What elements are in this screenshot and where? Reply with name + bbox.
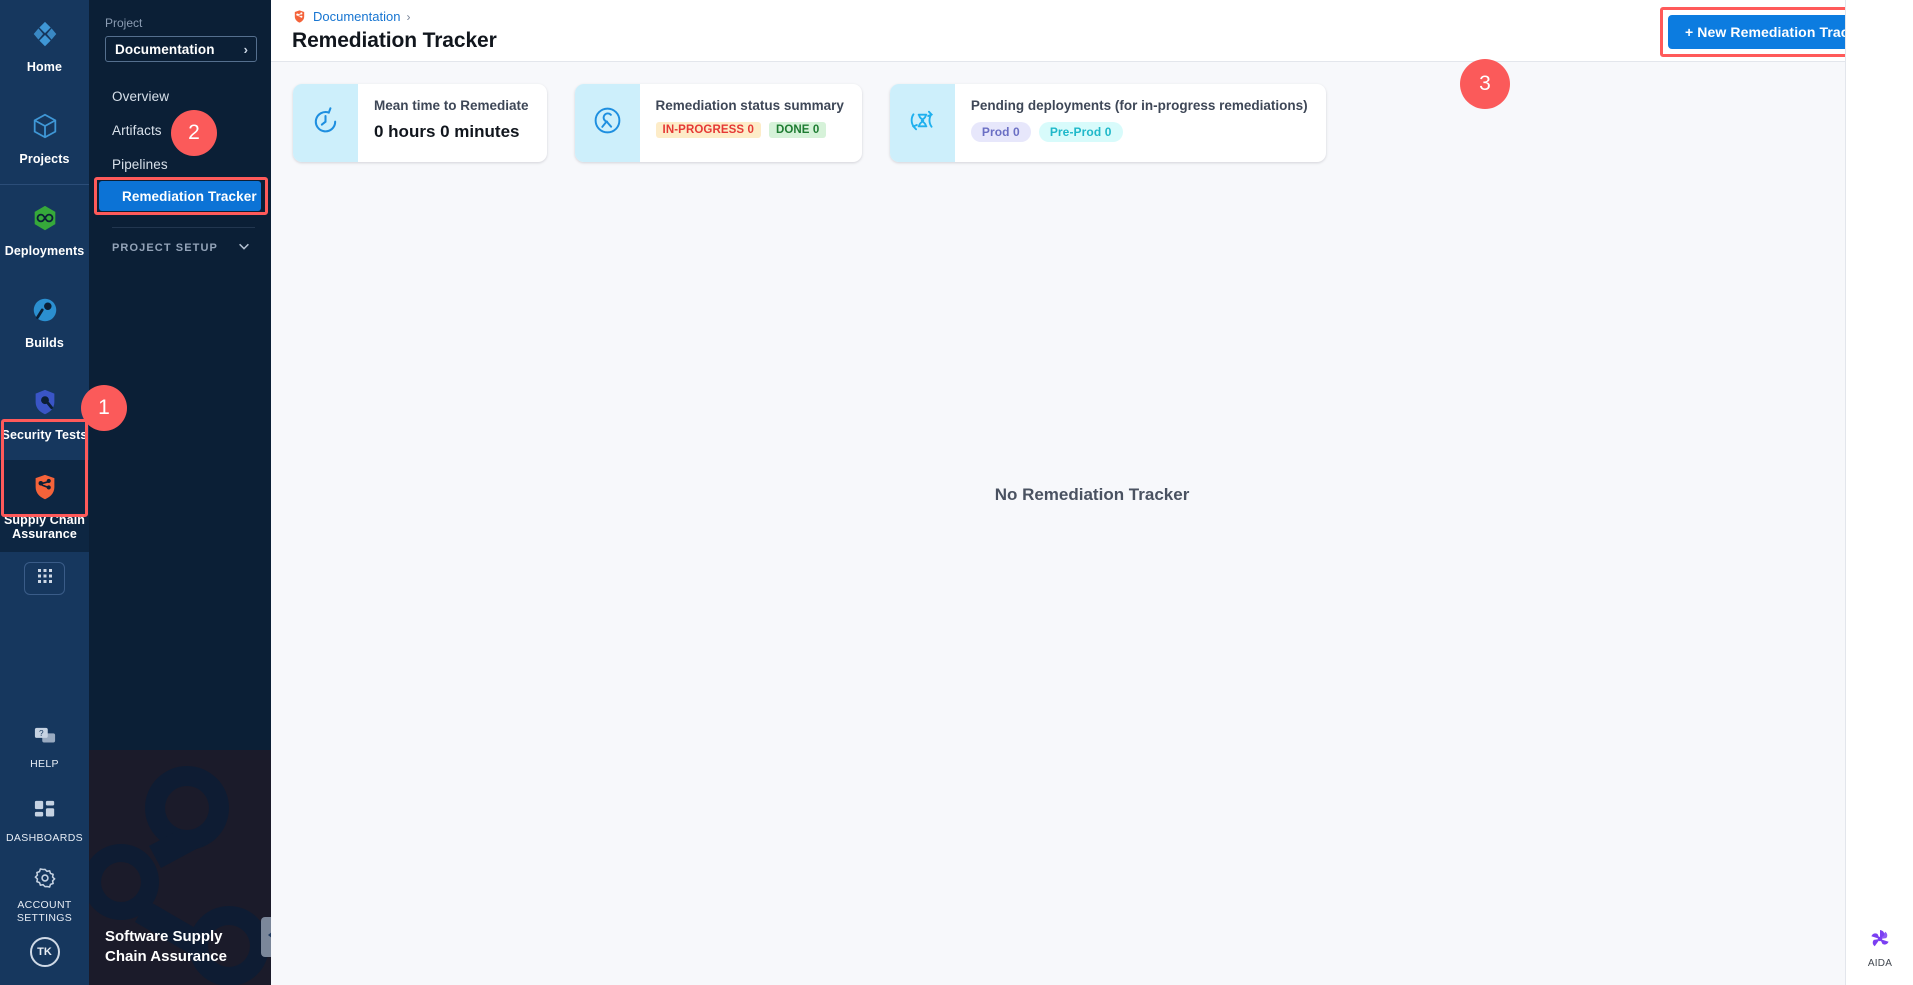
sidebar-item-account-settings[interactable]: ACCOUNT SETTINGS [0, 859, 89, 933]
page-header: Documentation › Remediation Tracker + Ne… [271, 0, 1913, 62]
sidebar-item-artifacts[interactable]: Artifacts [89, 113, 261, 147]
build-circle-icon [30, 295, 60, 330]
project-nav: Overview Artifacts Pipelines Remediation… [89, 79, 271, 215]
stopwatch-icon [311, 106, 340, 140]
project-sidebar: Project Documentation › Overview Artifac… [89, 0, 271, 985]
sidebar-item-projects[interactable]: Projects [0, 92, 89, 184]
card-icon-wrap [293, 84, 358, 162]
avatar[interactable]: TK [29, 937, 60, 967]
card-title: Mean time to Remediate [374, 98, 529, 113]
breadcrumb-separator: › [406, 9, 411, 24]
status-badge-pre-prod: Pre-Prod 0 [1038, 122, 1123, 142]
project-select-value: Documentation [115, 41, 215, 57]
card-body: Mean time to Remediate 0 hours 0 minutes [358, 84, 547, 162]
card-mean-time-to-remediate[interactable]: Mean time to Remediate 0 hours 0 minutes [293, 84, 547, 162]
project-select[interactable]: Documentation › [105, 36, 257, 62]
sidebar-item-help[interactable]: ? HELP [0, 711, 89, 785]
hourglass-refresh-icon [907, 105, 938, 141]
brand-line-1: Software Supply [105, 927, 223, 945]
collapse-left-icon [266, 928, 271, 946]
app-grid-icon [37, 568, 53, 589]
sidebar-item-security-tests[interactable]: Security Tests [0, 368, 89, 460]
aida-button[interactable]: AIDA [1846, 927, 1913, 969]
breadcrumb: Documentation › [292, 9, 497, 24]
home-diamond-icon [30, 19, 60, 54]
deployment-chips: Prod 0 Pre-Prod 0 [970, 122, 1308, 142]
rail-bottom-group: ? HELP DASHBOARDS ACCOUNT SETTINGS TK [0, 711, 89, 985]
svg-text:?: ? [39, 729, 44, 738]
sidebar-item-label: HELP [30, 757, 59, 770]
sidebar-item-label: Home [26, 59, 63, 74]
sidebar-item-label: Supply Chain Assurance [3, 512, 86, 541]
sidebar-item-supply-chain-assurance[interactable]: Supply Chain Assurance [0, 460, 89, 552]
card-body: Pending deployments (for in-progress rem… [955, 84, 1326, 162]
card-title: Remediation status summary [655, 98, 844, 113]
gear-icon [33, 867, 56, 894]
sidebar-item-builds[interactable]: Builds [0, 276, 89, 368]
remediation-tracker-nav-wrap: Remediation Tracker [89, 177, 268, 215]
project-selector-group: Project Documentation › [89, 0, 271, 62]
card-icon-wrap [574, 84, 640, 162]
summary-cards: Mean time to Remediate 0 hours 0 minutes [271, 62, 1913, 162]
shield-scan-icon [30, 387, 60, 422]
page-title: Remediation Tracker [292, 29, 497, 52]
app-grid-button[interactable] [24, 562, 65, 595]
chevron-right-icon: › [243, 41, 248, 57]
product-brand-name: Software Supply Chain Assurance [89, 927, 271, 968]
sidebar-item-label: Builds [25, 335, 64, 350]
breadcrumb-link-documentation[interactable]: Documentation [313, 9, 400, 24]
project-kicker-label: Project [105, 16, 143, 30]
dashboards-grid-icon [34, 800, 56, 827]
status-badge-in-progress: IN-PROGRESS 0 [655, 122, 761, 138]
wrench-circle-icon [592, 105, 623, 141]
rail-top-group: Home Projects Deployments Builds Securit… [0, 0, 89, 595]
supply-chain-shield-icon [292, 9, 307, 24]
sidebar-item-label: Deployments [4, 244, 85, 258]
sidebar-item-label: Security Tests [1, 427, 88, 442]
brand-line-2: Chain Assurance [105, 947, 227, 965]
cube-icon [30, 111, 60, 146]
project-setup-section[interactable]: PROJECT SETUP [89, 228, 271, 268]
empty-state-message: No Remediation Tracker [994, 485, 1190, 504]
card-title: Pending deployments (for in-progress rem… [970, 98, 1308, 113]
supply-chain-shield-icon [30, 472, 60, 507]
sidebar-item-pipelines[interactable]: Pipelines [89, 147, 261, 181]
card-body: Remediation status summary IN-PROGRESS 0… [640, 84, 862, 162]
right-rail: AIDA [1845, 0, 1913, 985]
header-left: Documentation › Remediation Tracker [292, 9, 497, 53]
sidebar-item-remediation-tracker[interactable]: Remediation Tracker [99, 181, 261, 211]
project-setup-label: PROJECT SETUP [112, 242, 218, 254]
status-badge-prod: Prod 0 [970, 122, 1031, 142]
sidebar-item-overview[interactable]: Overview [89, 79, 261, 113]
status-chips: IN-PROGRESS 0 DONE 0 [655, 122, 844, 138]
sidebar-item-label: ACCOUNT SETTINGS [16, 899, 73, 924]
aida-pinwheel-icon [1868, 930, 1892, 955]
card-value: 0 hours 0 minutes [374, 122, 520, 141]
sidebar-item-home[interactable]: Home [0, 0, 89, 92]
sidebar-item-dashboards[interactable]: DASHBOARDS [0, 785, 89, 859]
chevron-down-icon [237, 239, 251, 258]
sidebar-item-label: DASHBOARDS [5, 831, 83, 844]
app-root: Home Projects Deployments Builds Securit… [0, 0, 1913, 985]
infinity-hex-icon [30, 203, 60, 238]
sidebar-item-deployments[interactable]: Deployments [0, 184, 89, 276]
status-badge-done: DONE 0 [768, 122, 827, 138]
primary-nav-rail: Home Projects Deployments Builds Securit… [0, 0, 89, 985]
card-remediation-status-summary[interactable]: Remediation status summary IN-PROGRESS 0… [574, 84, 862, 162]
sidebar-item-label: Projects [19, 151, 70, 166]
help-chat-icon: ? [34, 726, 56, 753]
card-pending-deployments[interactable]: Pending deployments (for in-progress rem… [889, 84, 1326, 162]
collapse-sidebar-button[interactable] [261, 917, 271, 957]
card-icon-wrap [889, 84, 955, 162]
main-content: Documentation › Remediation Tracker + Ne… [271, 0, 1913, 985]
aida-label: AIDA [1867, 958, 1893, 969]
